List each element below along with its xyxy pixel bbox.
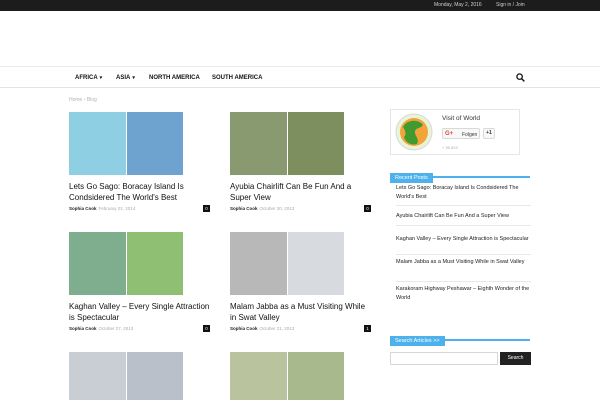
post-author[interactable]: Sophia Cook	[230, 326, 258, 331]
breadcrumb-current: Blog	[86, 97, 97, 103]
post-meta: Sophia Cook October 21, 2013	[230, 326, 294, 331]
signin-link[interactable]: Sign in / Join	[496, 2, 525, 8]
post-thumbnail[interactable]	[69, 232, 183, 295]
search-input[interactable]	[390, 352, 498, 365]
post-thumbnail-left	[230, 352, 287, 400]
comment-count[interactable]: 0	[364, 205, 371, 212]
post-thumbnail[interactable]	[230, 112, 344, 175]
search-button[interactable]: Search	[500, 352, 531, 365]
post-thumbnail-left	[230, 232, 287, 295]
search-icon[interactable]	[516, 73, 525, 82]
post-date: February 22, 2014	[98, 206, 136, 211]
chevron-down-icon: ▾	[99, 75, 103, 81]
globe-icon	[395, 113, 433, 151]
google-follow-button[interactable]: G+ Folgen	[442, 128, 480, 139]
breadcrumb-separator: ›	[83, 97, 86, 103]
post-thumbnail-right	[126, 112, 183, 175]
post-date: October 30, 2013	[259, 206, 295, 211]
post-thumbnail-left	[69, 112, 126, 175]
follower-count: + 35 819	[442, 145, 458, 150]
post-thumbnail-left	[230, 112, 287, 175]
social-widget: Visit of World G+ Folgen +1 + 35 819	[390, 109, 520, 155]
post-thumbnail[interactable]	[69, 112, 183, 175]
post-thumbnail-right	[287, 232, 344, 295]
post-author[interactable]: Sophia Cook	[69, 206, 97, 211]
post-date: October 27, 2013	[98, 326, 134, 331]
post-thumbnail-right	[126, 352, 183, 400]
recent-post-link[interactable]: Kaghan Valley – Every Single Attraction …	[396, 235, 531, 244]
nav-item-south-america[interactable]: SOUTH AMERICA	[212, 75, 262, 81]
post-thumbnail[interactable]	[230, 352, 344, 400]
post-thumbnail-right	[287, 352, 344, 400]
page-name[interactable]: Visit of World	[442, 115, 480, 122]
breadcrumb-home[interactable]: Home	[69, 97, 82, 103]
recent-post-link[interactable]: Malam Jabba as a Must Visiting While in …	[396, 258, 531, 267]
post-thumbnail[interactable]	[69, 352, 183, 400]
post-author[interactable]: Sophia Cook	[230, 206, 258, 211]
post-title[interactable]: Ayubia Chairlift Can Be Fun And a Super …	[230, 181, 371, 203]
post-title[interactable]: Kaghan Valley – Every Single Attraction …	[69, 301, 210, 323]
google-plus-icon: G+	[445, 131, 454, 137]
search-articles-heading: Search Articles >>	[390, 329, 530, 346]
divider	[396, 225, 531, 226]
recent-post-link[interactable]: Lets Go Sago: Boracay Island Is Condside…	[396, 184, 531, 202]
post-title[interactable]: Malam Jabba as a Must Visiting While in …	[230, 301, 371, 323]
post-meta: Sophia Cook February 22, 2014	[69, 206, 135, 211]
nav-item-africa[interactable]: AFRICA ▾	[75, 75, 102, 81]
chevron-down-icon: ▾	[132, 75, 135, 81]
divider	[396, 281, 531, 282]
post-thumbnail[interactable]	[230, 232, 344, 295]
top-bar: Monday, May 2, 2016 Sign in / Join	[0, 0, 600, 11]
recent-post-link[interactable]: Ayubia Chairlift Can Be Fun And a Super …	[396, 212, 531, 221]
post-thumbnail-left	[69, 232, 126, 295]
post-title[interactable]: Lets Go Sago: Boracay Island Is Condside…	[69, 181, 210, 203]
comment-count[interactable]: 0	[203, 325, 210, 332]
follow-label: Folgen	[462, 132, 478, 138]
post-meta: Sophia Cook October 30, 2013	[230, 206, 294, 211]
nav-item-asia[interactable]: ASIA ▾	[116, 75, 135, 81]
current-date: Monday, May 2, 2016	[434, 2, 482, 8]
post-meta: Sophia Cook October 27, 2013	[69, 326, 133, 331]
breadcrumb: Home › Blog	[69, 97, 97, 103]
recent-post-link[interactable]: Karakoram Highway Peshawar – Eighth Wond…	[396, 285, 531, 303]
post-date: October 21, 2013	[259, 326, 295, 331]
post-thumbnail-left	[69, 352, 126, 400]
comment-count[interactable]: 1	[364, 325, 371, 332]
post-author[interactable]: Sophia Cook	[69, 326, 97, 331]
nav-item-north-america[interactable]: NORTH AMERICA	[149, 75, 200, 81]
plus-one-button[interactable]: +1	[483, 128, 495, 139]
post-thumbnail-right	[287, 112, 344, 175]
comment-count[interactable]: 0	[203, 205, 210, 212]
recent-posts-heading: Recent Posts	[390, 166, 530, 183]
post-thumbnail-right	[126, 232, 183, 295]
divider	[396, 205, 531, 206]
divider	[396, 254, 531, 255]
main-nav: AFRICA ▾ ASIA ▾ NORTH AMERICA SOUTH AMERIC…	[0, 66, 600, 88]
